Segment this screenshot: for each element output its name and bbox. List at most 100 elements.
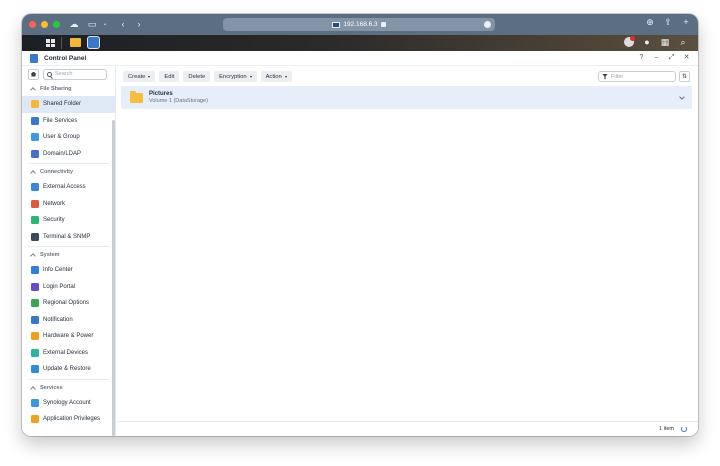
edit-button[interactable]: Edit (159, 71, 180, 82)
home-button[interactable] (28, 68, 39, 80)
sidebar-item-label: Network (43, 200, 66, 207)
delete-button[interactable]: Delete (183, 71, 211, 82)
sidebar-section-header[interactable]: Connectivity (22, 165, 115, 179)
sidebar-item-label: User & Group (43, 134, 80, 141)
sidebar-item-info-center[interactable]: Info Center (22, 262, 115, 279)
sidebar-item-file-services[interactable]: File Services (22, 113, 115, 130)
icloud-icon[interactable]: ☁ (68, 20, 80, 29)
minimize-icon[interactable]: – (653, 54, 660, 62)
sidebar-item-label: Login Portal (43, 283, 76, 290)
table-row[interactable]: Pictures Volume 1 (DataStorage) (121, 86, 692, 109)
sidebar-item-label: Hardware & Power (43, 333, 94, 340)
close-icon[interactable]: ✕ (683, 54, 690, 62)
domain-ldap-icon (31, 149, 39, 158)
sidebar-item-label: Regional Options (43, 300, 90, 307)
external-access-icon (31, 183, 39, 192)
sidebar-section-header[interactable]: System (22, 248, 115, 262)
sidebar-item-update-restore[interactable]: Update & Restore (22, 361, 115, 378)
search-input[interactable] (55, 71, 105, 77)
main-menu-icon[interactable] (44, 37, 56, 49)
filter-input[interactable] (611, 73, 671, 80)
hardware-power-icon (31, 332, 39, 341)
sidebar-item-domain-ldap[interactable]: Domain/LDAP (22, 146, 115, 163)
forward-icon[interactable]: › (133, 20, 145, 29)
sort-options-icon[interactable]: ⇅ (679, 71, 690, 82)
close-window-button[interactable] (29, 21, 36, 28)
filter-box[interactable] (598, 71, 676, 82)
folder-name: Pictures (149, 91, 173, 97)
edit-label: Edit (164, 73, 175, 80)
help-icon[interactable]: ? (638, 54, 645, 62)
refresh-icon[interactable] (681, 426, 687, 432)
sidebar-section-header[interactable]: File Sharing (22, 82, 115, 96)
synology-account-icon (31, 398, 39, 407)
window-controls: ? – ⤢ ✕ (638, 54, 690, 62)
section-divider (28, 246, 109, 247)
regional-options-icon (31, 299, 39, 308)
sidebar-item-external-access[interactable]: External Access (22, 179, 115, 196)
create-button[interactable]: Create (123, 71, 156, 82)
chevron-down-icon[interactable] (679, 94, 685, 100)
maximize-icon[interactable]: ⤢ (668, 54, 675, 62)
window-traffic-lights (29, 21, 60, 28)
caret-down-icon (284, 75, 287, 78)
file-station-icon[interactable] (70, 38, 81, 47)
sidebar-section-title: File Sharing (40, 86, 72, 92)
delete-label: Delete (188, 73, 206, 80)
sidebar-scrollbar[interactable] (112, 120, 115, 436)
sidebar-item-hardware-power[interactable]: Hardware & Power (22, 328, 115, 345)
downloads-icon[interactable]: ⊕ (644, 18, 656, 27)
share-icon[interactable]: ⇪ (662, 18, 674, 27)
address-bar[interactable]: 192.168.6.3 (223, 18, 495, 31)
encryption-label: Encryption (219, 73, 247, 80)
sidebar-item-application-privileges[interactable]: Application Privileges (22, 411, 115, 428)
sidebar-item-login-portal[interactable]: Login Portal (22, 279, 115, 296)
browser-right-controls: ⊕ ⇪ + (644, 18, 692, 27)
search-icon (47, 71, 52, 77)
sidebar-item-shared-folder[interactable]: Shared Folder (22, 96, 115, 113)
sidebar-item-external-devices[interactable]: External Devices (22, 345, 115, 362)
sidebar-item-network[interactable]: Network (22, 196, 115, 213)
action-button[interactable]: Action (260, 71, 292, 82)
external-devices-icon (31, 348, 39, 357)
minimize-window-button[interactable] (41, 21, 48, 28)
window-title: Control Panel (44, 54, 87, 62)
taskbar-tray: ● ▦ ⌕ (624, 36, 688, 47)
sidebar-toggle-icon[interactable]: ▭ (86, 20, 98, 29)
sidebar-item-user-group[interactable]: User & Group (22, 129, 115, 146)
search-icon[interactable]: ⌕ (678, 37, 688, 47)
control-panel-taskbar-icon[interactable] (88, 37, 99, 48)
sidebar-search[interactable] (43, 68, 107, 80)
sidebar-item-synology-account[interactable]: Synology Account (22, 395, 115, 412)
back-icon[interactable]: ‹ (117, 20, 129, 29)
folder-info: Pictures Volume 1 (DataStorage) (149, 91, 208, 104)
chevron-down-icon[interactable]: ⌄ (99, 20, 111, 29)
chevron-up-icon (30, 170, 36, 176)
sidebar-item-security[interactable]: Security (22, 212, 115, 229)
status-bar: 1 item (117, 421, 698, 436)
notification-icon (31, 315, 39, 324)
sidebar-item-label: External Access (43, 184, 86, 191)
file-services-icon (31, 116, 39, 125)
shared-folder-icon (31, 100, 39, 109)
caret-down-icon (249, 75, 252, 78)
sidebar-item-terminal-snmp[interactable]: Terminal & SNMP (22, 229, 115, 246)
user-icon[interactable]: ● (642, 37, 652, 47)
sidebar-item-notification[interactable]: Notification (22, 312, 115, 329)
sidebar-section-header[interactable]: Services (22, 381, 115, 395)
create-label: Create (128, 73, 146, 80)
home-icon (30, 71, 37, 77)
encryption-button[interactable]: Encryption (214, 71, 257, 82)
reload-icon[interactable] (484, 21, 491, 28)
widgets-icon[interactable]: ▦ (660, 37, 670, 47)
new-tab-icon[interactable]: + (680, 18, 692, 27)
security-icon (31, 216, 39, 225)
browser-window: ☁ ▭ ⌄ ‹ › 192.168.6.3 ⊕ ⇪ + ● ▦ ⌕ Contro… (22, 14, 698, 436)
filter-icon (602, 73, 608, 80)
sidebar-item-regional-options[interactable]: Regional Options (22, 295, 115, 312)
caret-down-icon (148, 75, 151, 78)
item-count: 1 item (659, 426, 674, 432)
notification-chat-icon[interactable] (624, 36, 635, 47)
zoom-window-button[interactable] (53, 21, 60, 28)
folder-icon (130, 90, 143, 103)
